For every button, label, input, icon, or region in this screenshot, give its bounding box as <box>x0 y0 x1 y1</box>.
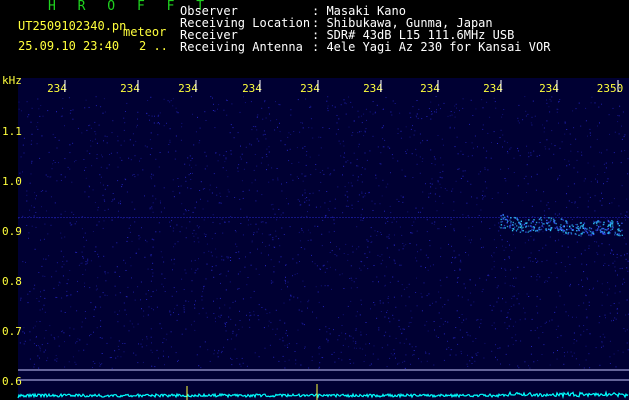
freq-tick-label: 0.8 <box>2 275 22 288</box>
freq-unit-label: kHz <box>2 74 22 87</box>
freq-tick-label: 0.9 <box>2 225 22 238</box>
time-tick-label: 2350 <box>597 82 624 95</box>
freq-tick-label: 0.6 <box>2 375 22 388</box>
freq-tick-label: 1.1 <box>2 125 22 138</box>
time-tick-label: 234 <box>483 82 503 95</box>
time-tick-label: 234 <box>47 82 67 95</box>
time-tick-label: 234 <box>120 82 140 95</box>
time-tick-label: 234 <box>539 82 559 95</box>
time-tick-label: 234 <box>178 82 198 95</box>
time-tick-label: 234 <box>300 82 320 95</box>
freq-tick-label: 1.0 <box>2 175 22 188</box>
spectrogram: 1.1 1.0 0.9 0.8 0.7 0.6 234 234 234 234 234 234 234… <box>2 74 629 400</box>
spectrogram-background <box>18 78 629 400</box>
time-tick-label: 234 <box>420 82 440 95</box>
freq-tick-label: 0.7 <box>2 325 22 338</box>
time-tick-label: 234 <box>242 82 262 95</box>
time-tick-label: 234 <box>363 82 383 95</box>
